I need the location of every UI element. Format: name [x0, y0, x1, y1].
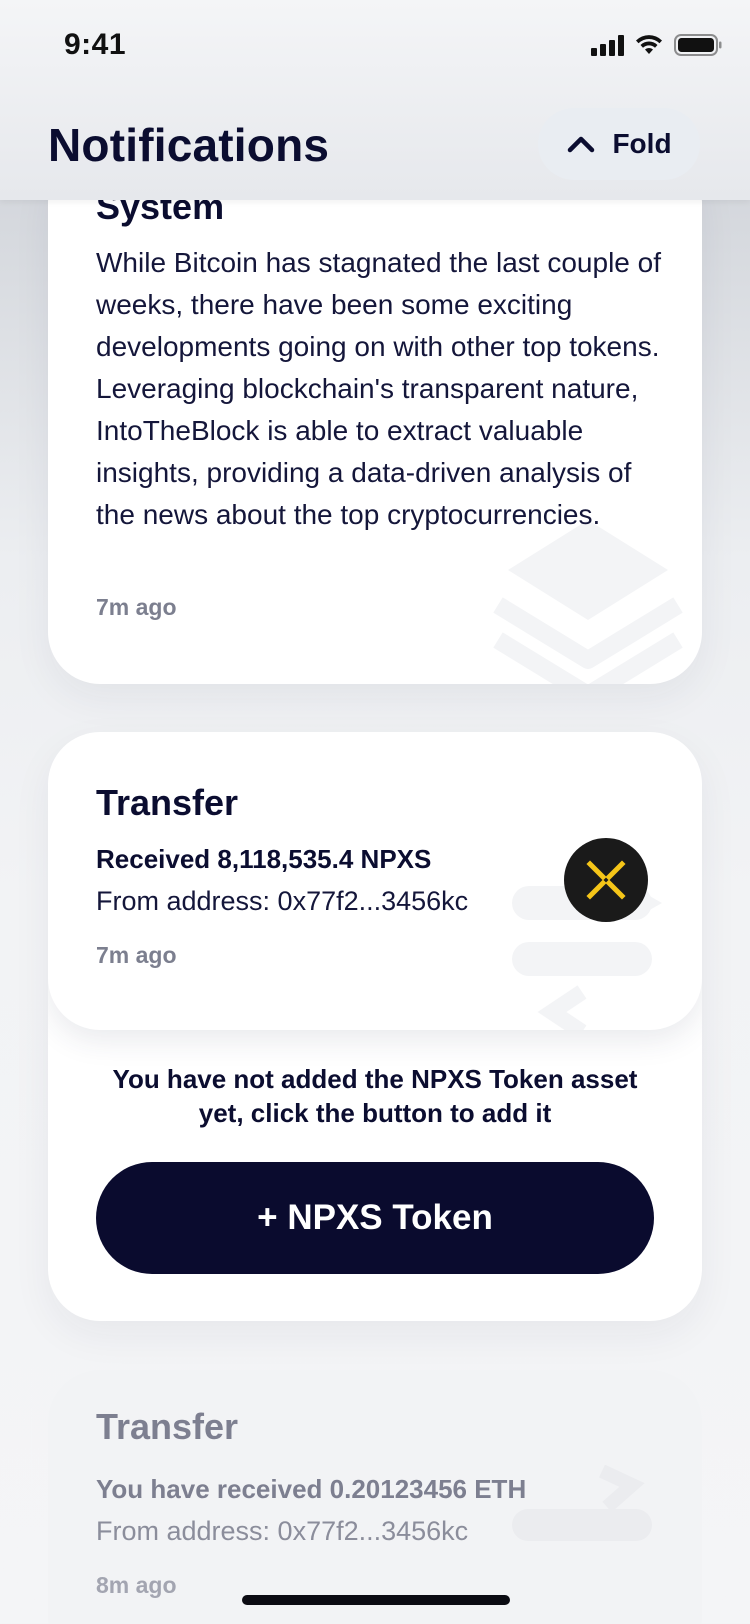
notification-time: 7m ago: [96, 594, 177, 620]
chevron-up-icon: [566, 134, 596, 154]
transfer-from-address: From address: 0x77f2...3456kc: [96, 886, 469, 916]
fold-button-label: Fold: [612, 128, 672, 159]
notification-title: Transfer: [96, 1406, 239, 1447]
notification-card-system[interactable]: System While Bitcoin has stagnated the l…: [48, 150, 702, 684]
npxs-token-icon: [564, 838, 648, 922]
notification-body: While Bitcoin has stagnated the last cou…: [96, 247, 662, 530]
notification-time: 8m ago: [96, 1572, 177, 1598]
cellular-signal-icon: [591, 34, 624, 56]
wifi-icon: [634, 34, 664, 56]
page-title: Notifications: [48, 119, 330, 171]
layers-icon: [488, 510, 688, 684]
add-asset-notice: You have not added the NPXS Token asset …: [112, 1064, 638, 1128]
home-indicator[interactable]: [242, 1595, 510, 1605]
fold-button[interactable]: Fold: [538, 108, 700, 180]
add-npxs-token-button[interactable]: + NPXS Token: [96, 1162, 654, 1274]
notification-card-transfer-eth[interactable]: Transfer You have received 0.20123456 ET…: [48, 1370, 702, 1624]
transfer-amount: You have received 0.20123456 ETH: [96, 1474, 527, 1504]
transfer-amount: Received 8,118,535.4 NPXS: [96, 844, 432, 874]
battery-icon: [674, 34, 722, 56]
status-icons: [591, 34, 722, 56]
transfer-arrows-icon: [512, 1464, 702, 1550]
status-time: 9:41: [64, 28, 127, 61]
transfer-summary[interactable]: Transfer Received 8,118,535.4 NPXS From …: [48, 732, 702, 1030]
top-bar: 9:41 Notifications Fold: [0, 0, 750, 200]
notification-time: 7m ago: [96, 942, 177, 968]
transfer-from-address: From address: 0x77f2...3456kc: [96, 1516, 469, 1546]
notification-card-transfer-npxs[interactable]: Transfer Received 8,118,535.4 NPXS From …: [48, 732, 702, 1321]
notification-title: Transfer: [96, 782, 239, 823]
